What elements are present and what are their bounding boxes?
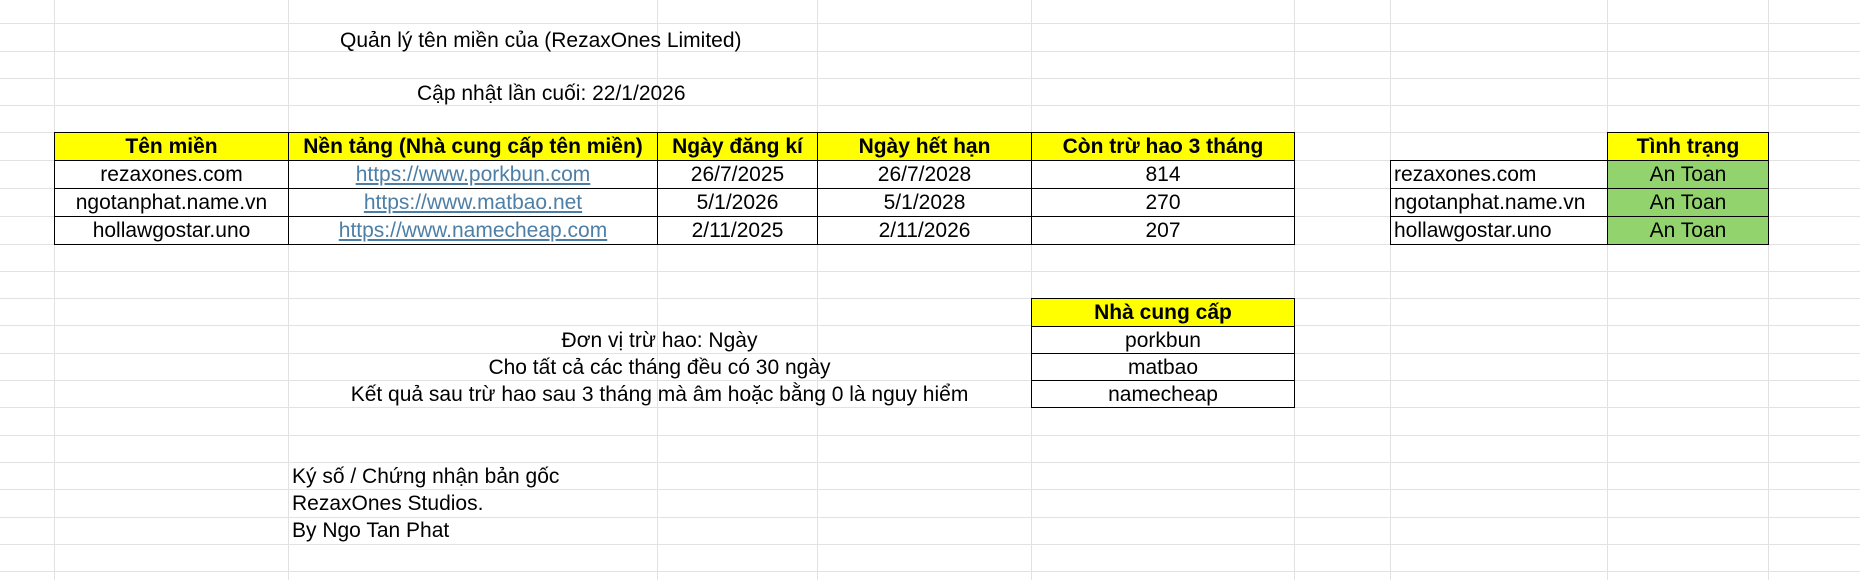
gridline <box>0 271 1860 272</box>
signature-line[interactable]: Ký số / Chứng nhận bản gốc <box>292 466 559 487</box>
status-domain-cell[interactable]: hollawgostar.uno <box>1390 216 1608 245</box>
gridline <box>1768 0 1769 580</box>
provider-cell[interactable]: namecheap <box>1031 380 1295 408</box>
gridline <box>1390 0 1391 580</box>
table-cell-remaining[interactable]: 207 <box>1031 216 1295 245</box>
gridline <box>0 298 1860 299</box>
status-badge[interactable]: An Toan <box>1607 216 1769 245</box>
table-cell-platform[interactable]: https://www.namecheap.com <box>288 216 658 245</box>
status-badge[interactable]: An Toan <box>1607 188 1769 217</box>
note-line[interactable]: Cho tất cả các tháng đều có 30 ngày <box>288 353 1031 381</box>
table-cell-registered[interactable]: 5/1/2026 <box>657 188 818 217</box>
gridline <box>0 23 1860 24</box>
table-cell-registered[interactable]: 2/11/2025 <box>657 216 818 245</box>
last-updated[interactable]: Cập nhật lần cuối: 22/1/2026 <box>417 83 686 104</box>
gridline <box>1607 0 1608 580</box>
table-cell-remaining[interactable]: 814 <box>1031 160 1295 189</box>
status-domain-cell[interactable]: ngotanphat.name.vn <box>1390 188 1608 217</box>
signature-line[interactable]: By Ngo Tan Phat <box>292 520 449 541</box>
gridline <box>0 489 1860 490</box>
table-cell-platform[interactable]: https://www.porkbun.com <box>288 160 658 189</box>
table-cell-expires[interactable]: 5/1/2028 <box>817 188 1032 217</box>
table-cell-expires[interactable]: 2/11/2026 <box>817 216 1032 245</box>
gridline <box>817 0 818 580</box>
signature-line[interactable]: RezaxOnes Studios. <box>292 493 483 514</box>
gridline <box>0 462 1860 463</box>
gridline <box>54 0 55 580</box>
gridline <box>0 544 1860 545</box>
platform-link[interactable]: https://www.porkbun.com <box>356 164 591 185</box>
status-domain-cell[interactable]: rezaxones.com <box>1390 160 1608 189</box>
col-header-registered[interactable]: Ngày đăng kí <box>657 132 818 161</box>
gridline <box>1031 0 1032 580</box>
gridline <box>0 517 1860 518</box>
table-cell-domain[interactable]: rezaxones.com <box>54 160 289 189</box>
gridline <box>0 105 1860 106</box>
gridline <box>288 0 289 580</box>
gridline <box>1294 0 1295 580</box>
table-cell-remaining[interactable]: 270 <box>1031 188 1295 217</box>
col-header-platform[interactable]: Nền tảng (Nhà cung cấp tên miền) <box>288 132 658 161</box>
col-header-remaining[interactable]: Còn trừ hao 3 tháng <box>1031 132 1295 161</box>
table-cell-domain[interactable]: ngotanphat.name.vn <box>54 188 289 217</box>
table-cell-platform[interactable]: https://www.matbao.net <box>288 188 658 217</box>
sheet-title[interactable]: Quản lý tên miền của (RezaxOnes Limited) <box>340 30 742 51</box>
gridline <box>0 435 1860 436</box>
provider-cell[interactable]: porkbun <box>1031 326 1295 354</box>
table-cell-expires[interactable]: 26/7/2028 <box>817 160 1032 189</box>
spreadsheet-grid[interactable]: Quản lý tên miền của (RezaxOnes Limited)… <box>0 0 1860 580</box>
gridline <box>0 571 1860 572</box>
col-header-expires[interactable]: Ngày hết hạn <box>817 132 1032 161</box>
note-line[interactable]: Đơn vị trừ hao: Ngày <box>288 326 1031 354</box>
platform-link[interactable]: https://www.namecheap.com <box>339 220 607 241</box>
status-badge[interactable]: An Toan <box>1607 160 1769 189</box>
gridline <box>0 51 1860 52</box>
status-header[interactable]: Tình trạng <box>1607 132 1769 161</box>
provider-cell[interactable]: matbao <box>1031 353 1295 381</box>
table-cell-domain[interactable]: hollawgostar.uno <box>54 216 289 245</box>
note-line[interactable]: Kết quả sau trừ hao sau 3 tháng mà âm ho… <box>288 380 1031 408</box>
providers-header[interactable]: Nhà cung cấp <box>1031 298 1295 327</box>
col-header-domain[interactable]: Tên miền <box>54 132 289 161</box>
gridline <box>0 78 1860 79</box>
platform-link[interactable]: https://www.matbao.net <box>364 192 582 213</box>
table-cell-registered[interactable]: 26/7/2025 <box>657 160 818 189</box>
